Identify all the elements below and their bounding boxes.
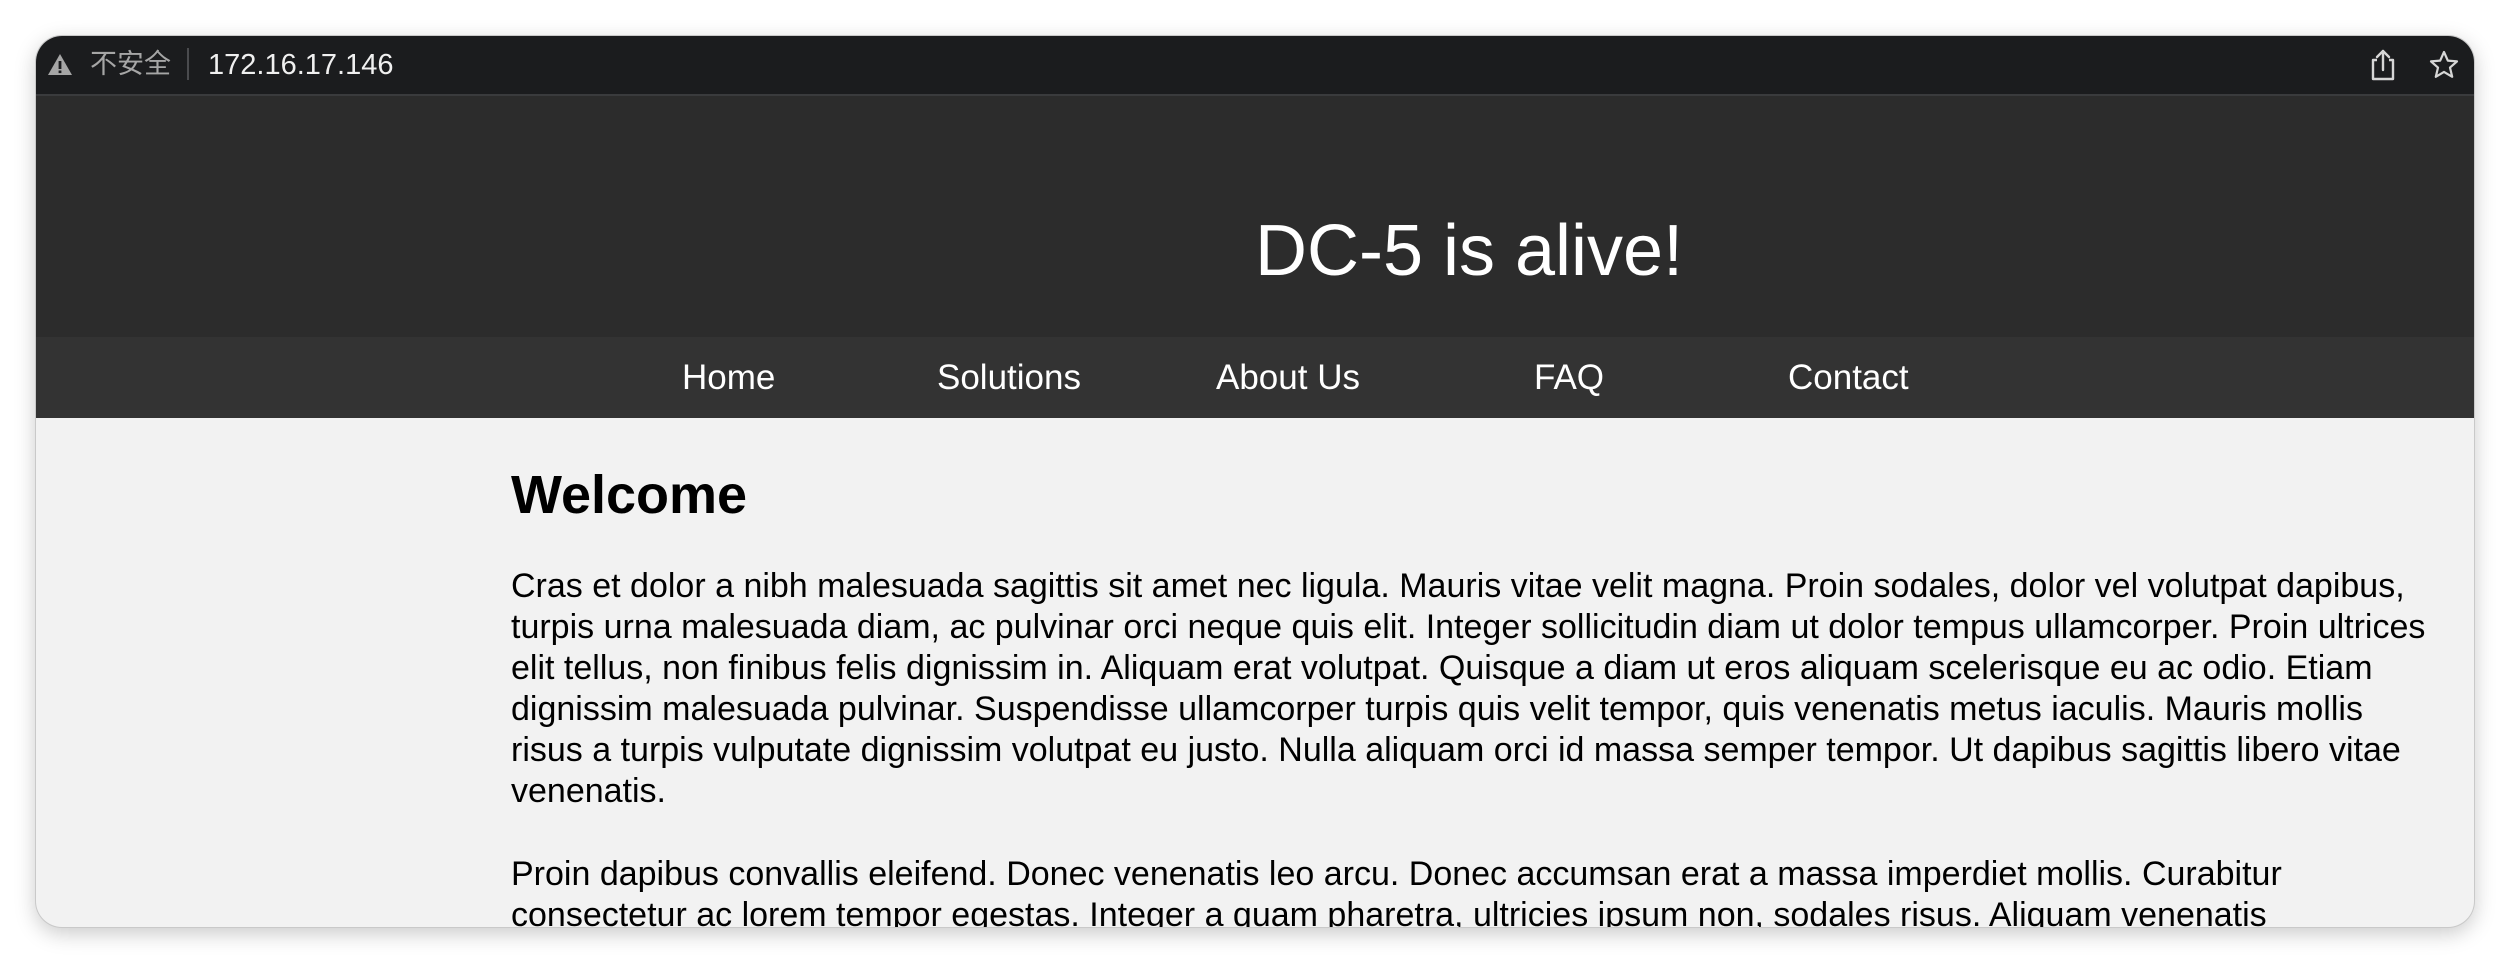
browser-window: 不安全 172.16.17.146 DC-5 is alive! Home So… (36, 36, 2474, 927)
address-bar[interactable]: 不安全 172.16.17.146 (36, 36, 2474, 96)
share-icon[interactable] (2368, 48, 2398, 82)
site-title: DC-5 is alive! (1255, 211, 1684, 291)
star-icon[interactable] (2428, 49, 2460, 81)
page-heading: Welcome (511, 465, 748, 525)
site-header: DC-5 is alive! (36, 96, 2474, 337)
security-status[interactable]: 不安全 (90, 48, 171, 82)
url-divider (187, 48, 189, 80)
paragraph-1: Cras et dolor a nibh malesuada sagittis … (511, 567, 2426, 810)
nav-about-us[interactable]: About Us (1216, 358, 1360, 398)
url-text[interactable]: 172.16.17.146 (208, 47, 393, 83)
nav-contact[interactable]: Contact (1788, 358, 1909, 398)
nav-home[interactable]: Home (682, 358, 775, 398)
nav-faq[interactable]: FAQ (1534, 358, 1604, 398)
main-nav: Home Solutions About Us FAQ Contact (36, 337, 2474, 418)
warning-icon (48, 54, 72, 75)
nav-solutions[interactable]: Solutions (937, 358, 1081, 398)
paragraph-2: Proin dapibus convallis eleifend. Donec … (511, 855, 2282, 927)
